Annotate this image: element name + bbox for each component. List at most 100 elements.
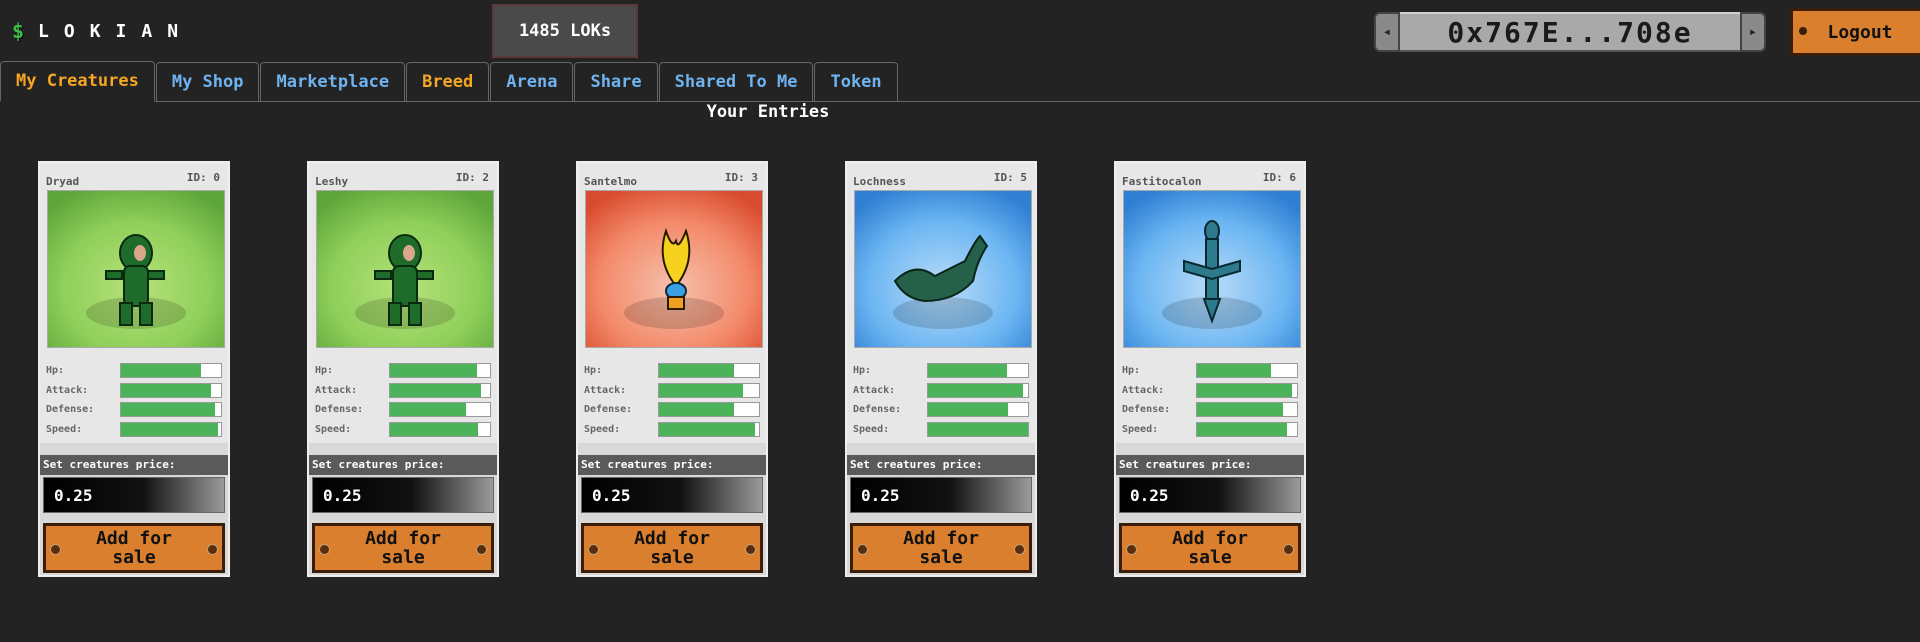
- stat-fill-attack: [1197, 383, 1292, 397]
- stat-bar-attack: [120, 382, 222, 398]
- wallet-address-box: ◂ 0x767E...708e ▸: [1374, 10, 1766, 54]
- stat-label-defense: Defense:: [1122, 404, 1171, 416]
- brand-logo: $ LOKIAN: [12, 18, 193, 44]
- creature-id: ID: 3: [724, 171, 758, 184]
- stat-fill-speed: [928, 422, 1028, 436]
- stat-row-hp: Hp:: [46, 361, 224, 381]
- creature-stats: Hp: Attack: Defense: Speed:: [853, 361, 1031, 439]
- stat-fill-attack: [928, 383, 1023, 397]
- stat-row-attack: Attack:: [584, 381, 762, 401]
- tab-breed[interactable]: Breed: [406, 62, 490, 101]
- add-for-sale-button[interactable]: Add for sale: [1119, 523, 1301, 573]
- stat-bar-hp: [1196, 363, 1298, 379]
- stat-bar-hp: [120, 363, 222, 379]
- rivet-icon: [319, 544, 330, 555]
- add-for-sale-button[interactable]: Add for sale: [312, 523, 494, 573]
- creature-portrait: [1123, 190, 1301, 348]
- stat-row-defense: Defense:: [315, 400, 493, 420]
- rivet-icon: [1014, 544, 1025, 555]
- creature-name: Lochness: [853, 175, 906, 188]
- stat-fill-hp: [121, 364, 201, 378]
- stat-label-hp: Hp:: [584, 365, 603, 377]
- tab-my-shop[interactable]: My Shop: [155, 62, 260, 101]
- loks-balance: 1485 LOKs: [492, 4, 638, 58]
- price-input[interactable]: [43, 477, 225, 513]
- stat-bar-attack: [658, 382, 760, 398]
- stat-label-speed: Speed:: [315, 423, 352, 435]
- creature-stats: Hp: Attack: Defense: Speed:: [315, 361, 493, 439]
- stat-fill-hp: [928, 364, 1007, 378]
- rivet-icon: [1126, 544, 1137, 555]
- stat-label-defense: Defense:: [315, 404, 364, 416]
- stat-label-defense: Defense:: [853, 404, 902, 416]
- stat-fill-speed: [121, 422, 218, 436]
- stat-bar-defense: [389, 402, 491, 418]
- tab-shared-to-me[interactable]: Shared To Me: [658, 62, 814, 101]
- stat-row-defense: Defense:: [1122, 400, 1300, 420]
- add-for-sale-label: Add for sale: [1172, 528, 1248, 568]
- stat-label-attack: Attack:: [46, 384, 89, 396]
- creature-stats: Hp: Attack: Defense: Speed:: [584, 361, 762, 439]
- rivet-icon: [857, 544, 868, 555]
- price-input[interactable]: [850, 477, 1032, 513]
- creature-card: Leshy ID: 2 Hp: Attack: Defense: Speed: …: [307, 161, 499, 577]
- stat-row-attack: Attack:: [853, 381, 1031, 401]
- stat-bar-speed: [120, 421, 222, 437]
- dollar-icon: $: [12, 19, 25, 43]
- price-input[interactable]: [312, 477, 494, 513]
- stat-row-hp: Hp:: [853, 361, 1031, 381]
- price-input[interactable]: [1119, 477, 1301, 513]
- stat-fill-defense: [390, 403, 466, 417]
- stat-label-attack: Attack:: [584, 384, 627, 396]
- price-label: Set creatures price:: [40, 455, 228, 475]
- stat-label-defense: Defense:: [46, 404, 95, 416]
- creature-id: ID: 5: [993, 171, 1027, 184]
- tab-share[interactable]: Share: [574, 62, 658, 101]
- stat-label-attack: Attack:: [315, 384, 358, 396]
- creature-card: Lochness ID: 5 Hp: Attack: Defense: Spee…: [845, 161, 1037, 577]
- stat-label-speed: Speed:: [584, 423, 621, 435]
- stat-row-defense: Defense:: [46, 400, 224, 420]
- creature-name: Santelmo: [584, 175, 637, 188]
- stat-bar-attack: [389, 382, 491, 398]
- stat-label-speed: Speed:: [46, 423, 83, 435]
- creature-id: ID: 6: [1262, 171, 1296, 184]
- section-title: Your Entries: [706, 102, 830, 122]
- add-for-sale-button[interactable]: Add for sale: [43, 523, 225, 573]
- stat-row-attack: Attack:: [315, 381, 493, 401]
- add-for-sale-label: Add for sale: [96, 528, 172, 568]
- logout-button[interactable]: Logout: [1790, 8, 1920, 56]
- add-for-sale-label: Add for sale: [634, 528, 710, 568]
- stat-label-hp: Hp:: [1122, 365, 1141, 377]
- stat-bar-speed: [658, 421, 760, 437]
- stat-bar-defense: [120, 402, 222, 418]
- stat-row-speed: Speed:: [46, 420, 224, 440]
- add-for-sale-button[interactable]: Add for sale: [581, 523, 763, 573]
- stat-label-hp: Hp:: [46, 365, 65, 377]
- tab-marketplace[interactable]: Marketplace: [260, 62, 406, 101]
- rivet-icon: [745, 544, 756, 555]
- stat-bar-defense: [658, 402, 760, 418]
- stat-bar-speed: [927, 421, 1029, 437]
- creature-portrait: [585, 190, 763, 348]
- stat-fill-defense: [659, 403, 734, 417]
- creature-name: Leshy: [315, 175, 349, 188]
- stat-row-speed: Speed:: [1122, 420, 1300, 440]
- price-label: Set creatures price:: [847, 455, 1035, 475]
- tab-arena[interactable]: Arena: [490, 62, 574, 101]
- add-for-sale-label: Add for sale: [903, 528, 979, 568]
- arrow-left-icon: ◂: [1374, 12, 1400, 52]
- stat-bar-defense: [1196, 402, 1298, 418]
- tab-my-creatures[interactable]: My Creatures: [0, 61, 155, 102]
- stat-bar-hp: [658, 363, 760, 379]
- add-for-sale-button[interactable]: Add for sale: [850, 523, 1032, 573]
- main-tabs: My Creatures My Shop Marketplace Breed A…: [0, 61, 1920, 102]
- creature-id: ID: 0: [186, 171, 220, 184]
- rivet-icon: [207, 544, 218, 555]
- creature-portrait: [47, 190, 225, 348]
- creature-card: Fastitocalon ID: 6 Hp: Attack: Defense: …: [1114, 161, 1306, 577]
- stat-fill-defense: [121, 403, 215, 417]
- stat-fill-speed: [390, 422, 478, 436]
- tab-token[interactable]: Token: [814, 62, 898, 101]
- price-input[interactable]: [581, 477, 763, 513]
